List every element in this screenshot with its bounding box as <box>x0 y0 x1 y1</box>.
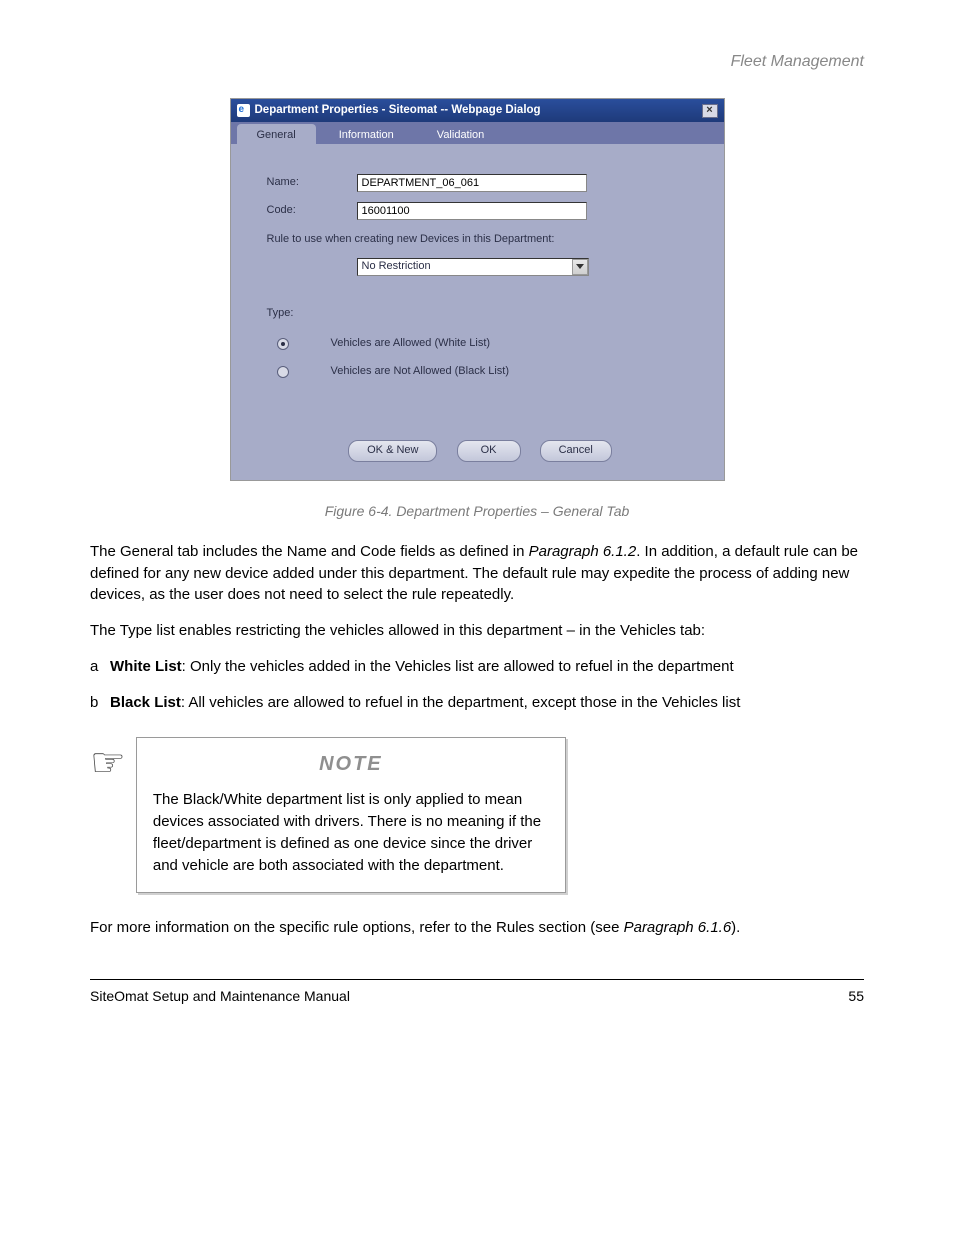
footer-left: SiteOmat Setup and Maintenance Manual <box>90 986 350 1006</box>
rule-label: Rule to use when creating new Devices in… <box>267 232 694 248</box>
page-footer: SiteOmat Setup and Maintenance Manual 55 <box>90 979 864 1006</box>
name-input[interactable] <box>357 174 587 192</box>
footer-page-number: 55 <box>848 986 864 1006</box>
bullet-a: a White List: Only the vehicles added in… <box>90 656 864 678</box>
ok-button[interactable]: OK <box>457 440 521 462</box>
ref-6-1-2: Paragraph 6.1.2 <box>529 543 637 560</box>
page-header: Fleet Management <box>90 50 864 73</box>
figure-caption: Figure 6-4. Department Properties – Gene… <box>90 501 864 521</box>
body-text: The General tab includes the Name and Co… <box>90 541 864 939</box>
name-label: Name: <box>267 175 357 191</box>
note-title: NOTE <box>153 750 549 779</box>
rule-select[interactable]: No Restriction <box>357 258 589 276</box>
tab-strip: General Information Validation <box>231 122 724 144</box>
para-1: The General tab includes the Name and Co… <box>90 541 864 606</box>
pointing-hand-icon: ☞ <box>90 743 126 783</box>
chevron-down-icon[interactable] <box>572 259 588 275</box>
titlebar: Department Properties - Siteomat -- Webp… <box>231 99 724 122</box>
note-body: The Black/White department list is only … <box>153 789 549 876</box>
para-3: For more information on the specific rul… <box>90 917 864 939</box>
close-icon[interactable]: × <box>702 104 718 118</box>
bullet-b: b Black List: All vehicles are allowed t… <box>90 692 864 714</box>
code-input[interactable] <box>357 202 587 220</box>
rule-value: No Restriction <box>362 259 431 275</box>
radio-white-list-label: Vehicles are Allowed (White List) <box>331 336 491 352</box>
note-block: ☞ NOTE The Black/White department list i… <box>90 737 864 893</box>
radio-black-list[interactable] <box>277 366 289 378</box>
app-icon <box>237 104 250 117</box>
cancel-button[interactable]: Cancel <box>540 440 612 462</box>
type-label: Type: <box>267 306 694 322</box>
code-label: Code: <box>267 203 357 219</box>
ref-6-1-6: Paragraph 6.1.6 <box>624 919 732 936</box>
footer-mid <box>350 986 848 1006</box>
radio-white-list[interactable] <box>277 338 289 350</box>
dialog-title: Department Properties - Siteomat -- Webp… <box>255 102 541 119</box>
dialog-body: Name: Code: Rule to use when creating ne… <box>231 144 724 480</box>
para-2: The Type list enables restricting the ve… <box>90 620 864 642</box>
dialog-screenshot: Department Properties - Siteomat -- Webp… <box>230 98 725 480</box>
radio-black-list-label: Vehicles are Not Allowed (Black List) <box>331 364 510 380</box>
ok-new-button[interactable]: OK & New <box>348 440 437 462</box>
